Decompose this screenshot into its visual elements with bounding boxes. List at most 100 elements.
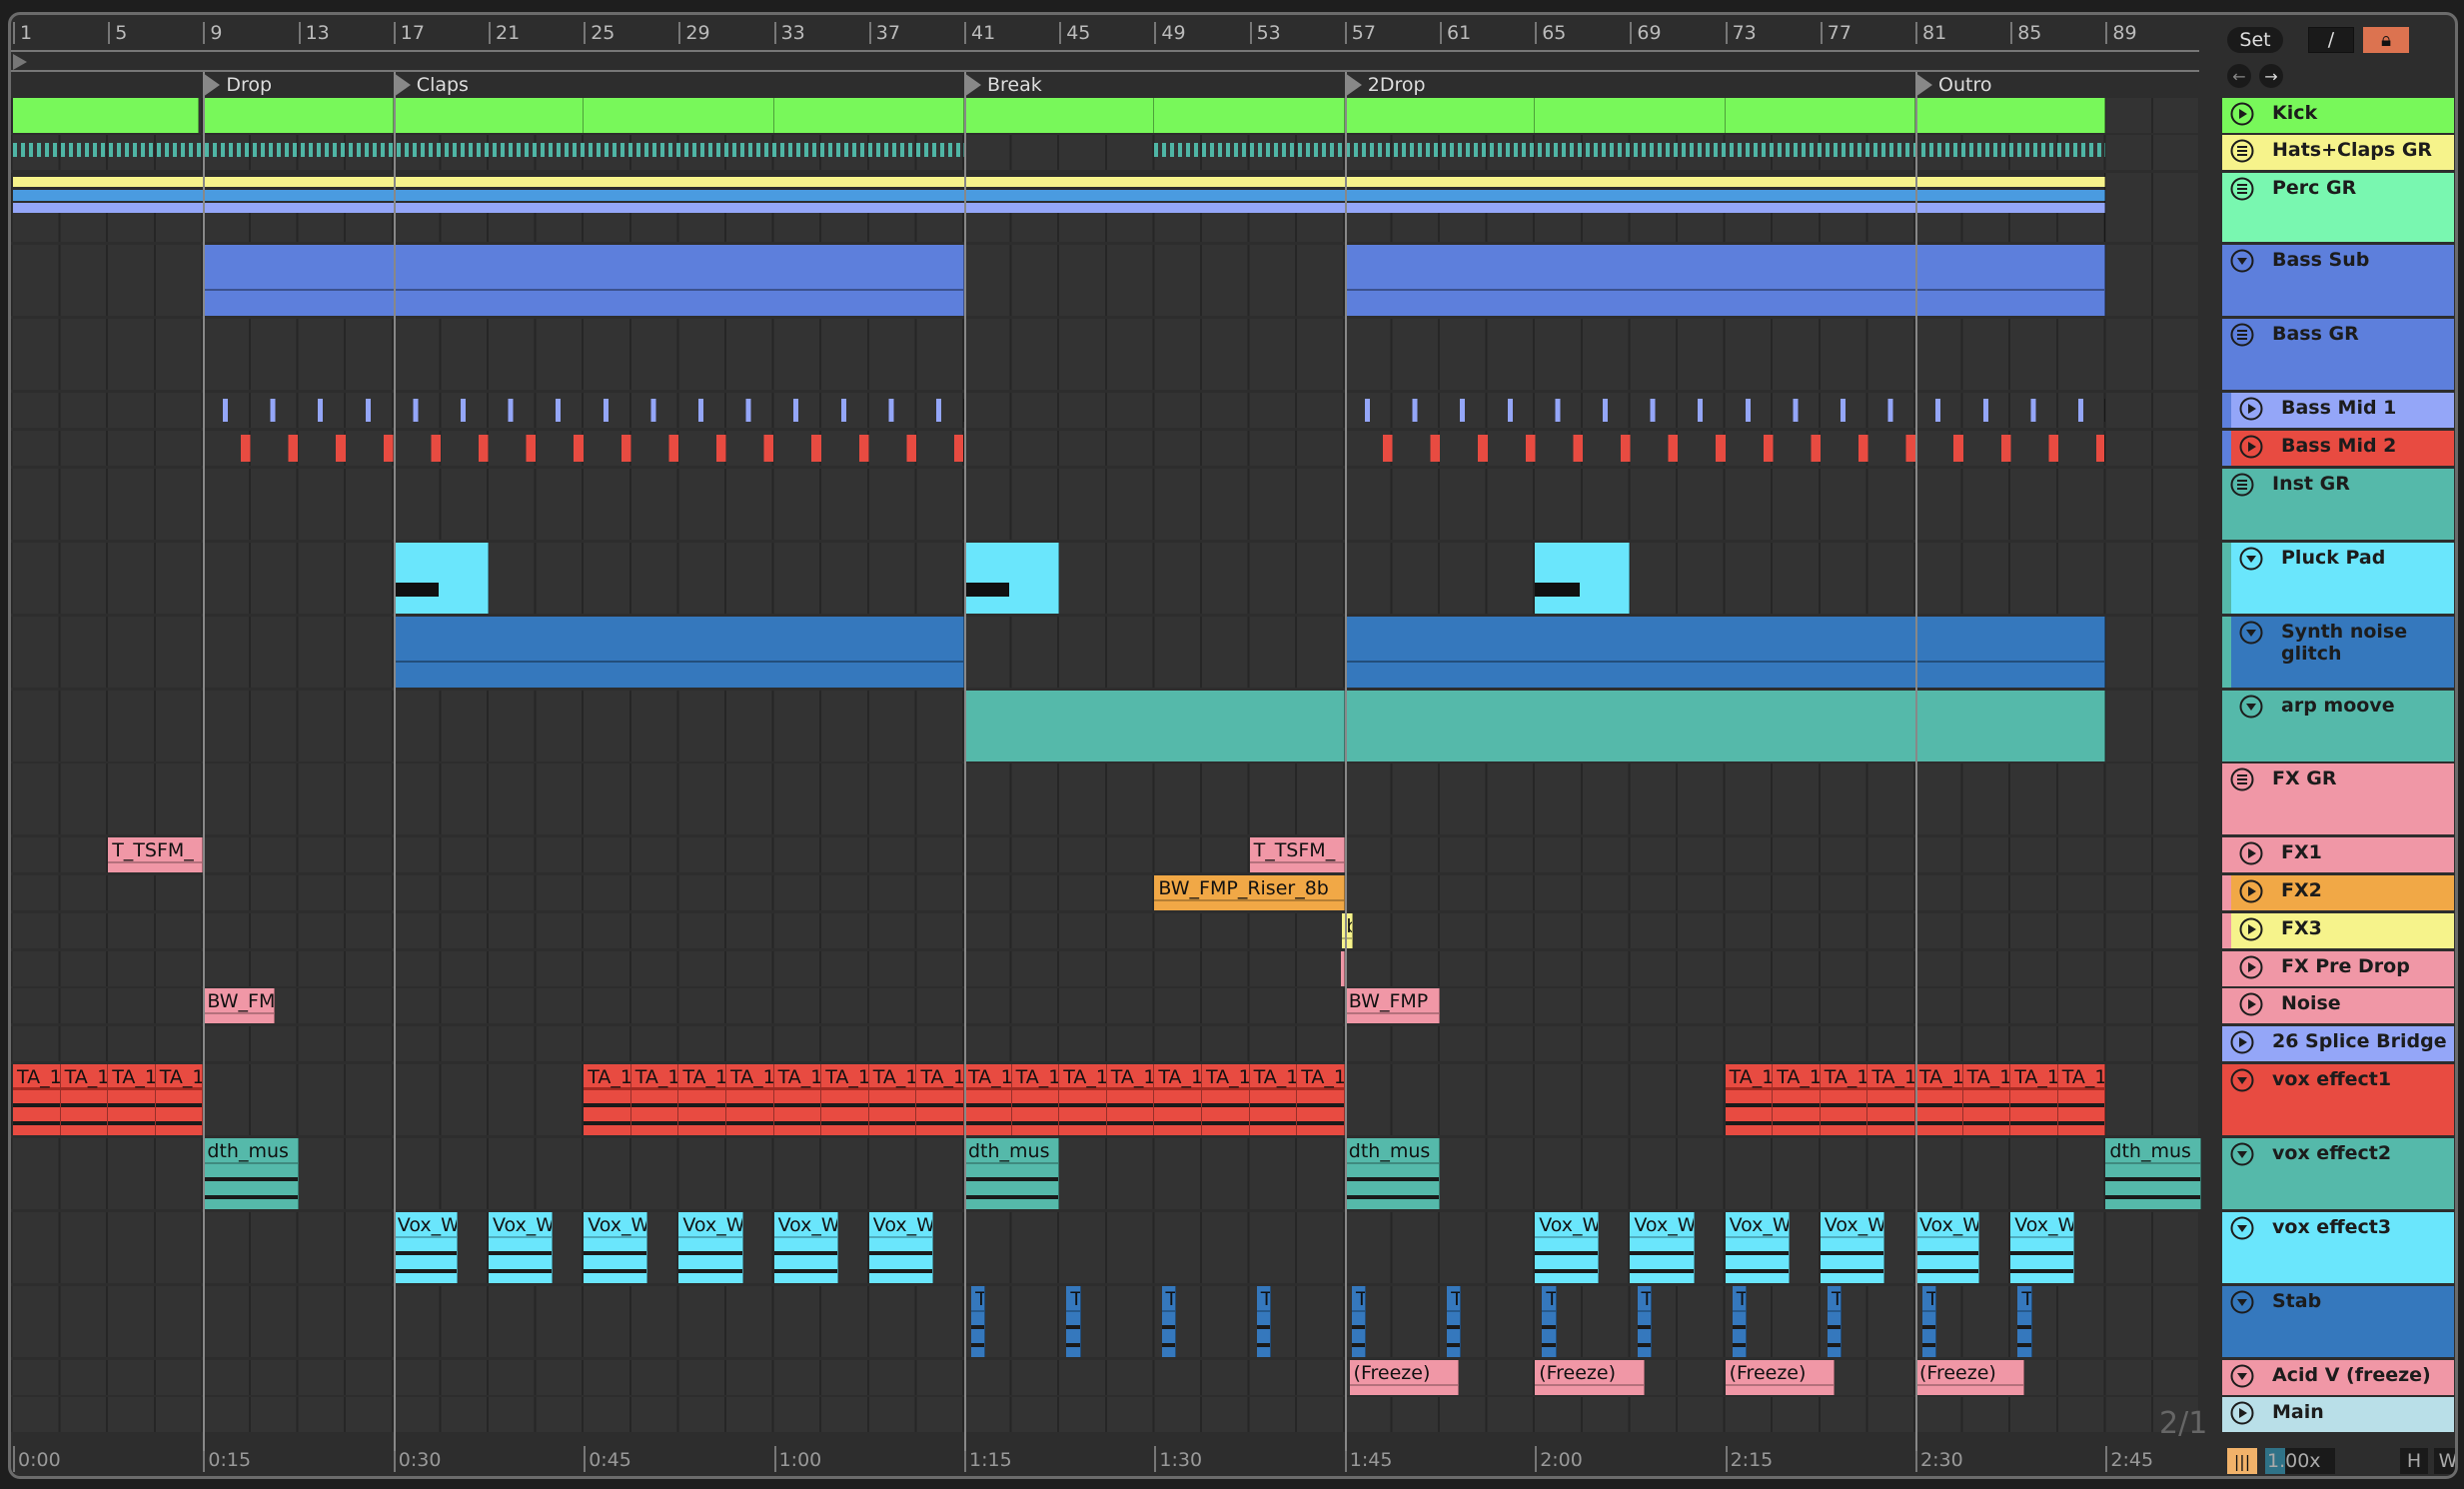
clip[interactable]: b [1342,913,1354,948]
clip[interactable]: dth_mus [1344,1138,1440,1209]
track-lane-perc-gr[interactable] [11,173,2199,242]
clip[interactable]: Vox_W [2010,1212,2075,1283]
play-icon[interactable] [2239,879,2263,903]
forward-arrow-button[interactable]: → [2259,64,2283,88]
clip[interactable] [13,173,2106,242]
clip[interactable]: Vox_W [1630,1212,1695,1283]
clip[interactable]: dth_mus [203,1138,299,1209]
bar-ruler[interactable]: 1 5 9 13 17 21 25 29 33 37 41 45 49 53 57 61 65 69 73 77 81 8… [11,22,2199,50]
play-icon[interactable] [2239,992,2263,1016]
locator-drop[interactable]: Drop [203,72,272,98]
clip[interactable]: (Freeze) [1725,1360,1836,1395]
clip[interactable]: Vox_W [1725,1212,1790,1283]
clip[interactable]: TA_1TA_ [2057,1064,2106,1135]
track-lane-bass-mid-1[interactable] [11,393,2199,428]
clip[interactable]: T [1256,1286,1271,1357]
clip[interactable]: (Freeze) [1915,1360,2025,1395]
clip[interactable]: (Freeze) [1535,1360,1645,1395]
clip[interactable]: Vox_W [678,1212,743,1283]
track-header-vox-effect3[interactable]: vox effect3 [2222,1212,2454,1283]
play-icon[interactable] [2230,102,2254,126]
clip[interactable]: T [1447,1286,1462,1357]
track-lane-bass-gr[interactable] [11,319,2199,390]
clip[interactable]: T [1351,1286,1367,1357]
clip[interactable]: TA_1TA_ [1867,1064,1915,1135]
clip[interactable] [393,543,489,614]
clip[interactable]: T [1922,1286,1937,1357]
clip[interactable]: TA_1TA_ [726,1064,774,1135]
clip[interactable] [203,98,394,133]
track-header-26-splice-bridge[interactable]: 26 Splice Bridge [2222,1026,2454,1061]
track-lane-fx2[interactable]: BW_FMP_Riser_8b [11,875,2199,910]
play-icon[interactable] [2239,397,2263,421]
clip[interactable]: TA_1TA_ [1154,1064,1202,1135]
clip[interactable] [13,98,199,133]
clip[interactable] [1915,98,2106,133]
clip[interactable]: T_TSFM_ [108,837,204,872]
track-lane-bass-mid-2[interactable] [11,431,2199,466]
track-header-fx2[interactable]: FX2 [2231,875,2454,910]
clip[interactable]: T [1827,1286,1843,1357]
clip[interactable] [393,617,964,688]
clip[interactable] [1154,98,1345,133]
clip[interactable] [1341,951,1346,986]
clip[interactable] [1344,98,1536,133]
zoom-field[interactable]: 1.00x [2265,1448,2335,1474]
track-lane-arp-moove[interactable] [11,691,2199,761]
locator-outro[interactable]: Outro [1915,72,1991,98]
clip[interactable]: TA_1TA_ [1249,1064,1298,1135]
track-lane-fx-gr[interactable] [11,763,2199,834]
clip[interactable]: T [2017,1286,2032,1357]
clip[interactable]: Vox_W [773,1212,838,1283]
track-lane-fx-pre-drop[interactable] [11,951,2199,986]
clip[interactable]: Vox_W [1915,1212,1980,1283]
fold-icon[interactable] [2239,547,2263,571]
clip[interactable]: TA_1TA_ [13,1064,61,1135]
clip[interactable] [203,245,964,316]
track-lane-synth-noise-glitch[interactable] [11,617,2199,688]
track-lane-vox-effect2[interactable]: dth_mus dth_mus dth_mus dth_mus [11,1138,2201,1209]
track-header-fx3[interactable]: FX3 [2231,913,2454,948]
draw-mode-button[interactable]: ∕ [2308,27,2354,53]
clip[interactable]: TA_1TA_ [1011,1064,1060,1135]
clip[interactable]: Vox_W [1535,1212,1600,1283]
track-header-kick[interactable]: Kick [2222,98,2454,133]
track-lane-main[interactable] [11,1397,2199,1432]
group-icon[interactable] [2230,139,2254,163]
track-header-noise[interactable]: Noise [2231,988,2454,1023]
clip[interactable] [964,98,1155,133]
w-button[interactable]: W [2434,1448,2455,1474]
track-header-vox-effect2[interactable]: vox effect2 [2222,1138,2454,1209]
clip[interactable] [1344,617,2106,688]
track-header-fx-pre-drop[interactable]: FX Pre Drop [2231,951,2454,986]
track-header-bass-mid-1[interactable]: Bass Mid 1 [2231,393,2454,428]
clip[interactable] [1344,245,2106,316]
time-ruler[interactable]: 0:00 0:15 0:30 0:45 1:00 1:15 1:30 1:45 2:00 2:15… [11,1438,2199,1476]
track-header-vox-effect1[interactable]: vox effect1 [2222,1064,2454,1135]
track-header-bass-gr[interactable]: Bass GR [2222,319,2454,390]
clip[interactable]: dth_mus [964,1138,1060,1209]
clip[interactable] [13,143,964,157]
track-header-hats-claps-gr[interactable]: Hats+Claps GR [2222,135,2454,170]
track-header-perc-gr[interactable]: Perc GR [2222,173,2454,242]
clip[interactable]: Vox_W [584,1212,648,1283]
locator-row[interactable]: Drop Claps Break 2Drop Outro [11,72,2199,100]
play-icon[interactable] [2239,917,2263,941]
clip[interactable]: dth_mus [2105,1138,2201,1209]
clip[interactable]: (Freeze) [1349,1360,1460,1395]
clip[interactable] [1535,543,1631,614]
clip[interactable]: Vox_W [868,1212,934,1283]
fold-icon[interactable] [2230,1142,2254,1166]
clip[interactable]: T [971,1286,986,1357]
set-button[interactable]: Set [2227,27,2283,53]
clip[interactable] [1344,435,2106,462]
locator-break[interactable]: Break [964,72,1042,98]
clip[interactable]: T_TSFM_ [1249,837,1345,872]
clip[interactable]: TA_1TA_ [1059,1064,1107,1135]
track-header-acid-v-freeze-[interactable]: Acid V (freeze) [2222,1360,2454,1395]
clip[interactable]: Vox_W [393,1212,459,1283]
group-icon[interactable] [2230,473,2254,497]
locator-claps[interactable]: Claps [393,72,469,98]
track-lane-inst-gr[interactable] [11,469,2199,540]
fold-icon[interactable] [2230,249,2254,273]
